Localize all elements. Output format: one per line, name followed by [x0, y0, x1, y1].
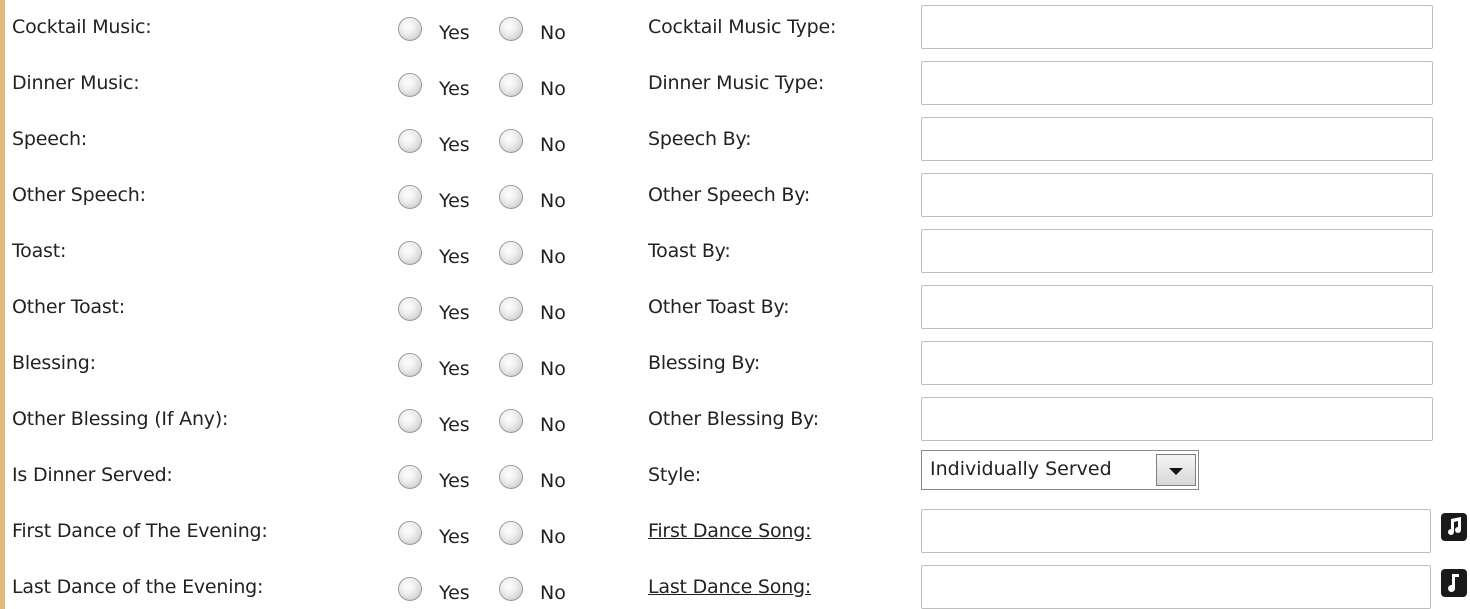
yes-radio[interactable]	[398, 409, 422, 433]
no-radio-label[interactable]: No	[540, 526, 566, 548]
yes-radio-label[interactable]: Yes	[439, 470, 470, 492]
speech-by-input[interactable]	[921, 117, 1433, 161]
cocktail-music-type-input[interactable]	[921, 5, 1433, 49]
form-row-other-speech: Other Speech: Yes No Other Speech By:	[0, 168, 1470, 224]
form-row-dinner-served: Is Dinner Served: Yes No Style: Individu…	[0, 448, 1470, 504]
form-row-other-blessing: Other Blessing (If Any): Yes No Other Bl…	[0, 392, 1470, 448]
yes-radio-label[interactable]: Yes	[439, 526, 470, 548]
yes-radio[interactable]	[398, 129, 422, 153]
no-radio-label[interactable]: No	[540, 414, 566, 436]
no-radio-label[interactable]: No	[540, 470, 566, 492]
music-note-icon-glyph	[1448, 517, 1461, 535]
form-row-blessing: Blessing: Yes No Blessing By:	[0, 336, 1470, 392]
detail-label: Toast By:	[648, 240, 731, 262]
music-note-icon[interactable]	[1441, 569, 1467, 597]
first-dance-song-link[interactable]: First Dance Song:	[648, 520, 812, 542]
last-dance-song-link[interactable]: Last Dance Song:	[648, 576, 811, 598]
no-radio-label[interactable]: No	[540, 134, 566, 156]
form-row-speech: Speech: Yes No Speech By:	[0, 112, 1470, 168]
blessing-by-input[interactable]	[921, 341, 1433, 385]
style-select[interactable]: Individually Served	[921, 450, 1199, 490]
field-label: Other Speech:	[12, 184, 146, 206]
other-toast-by-input[interactable]	[921, 285, 1433, 329]
yes-radio[interactable]	[398, 17, 422, 41]
form-row-toast: Toast: Yes No Toast By:	[0, 224, 1470, 280]
no-radio-label[interactable]: No	[540, 246, 566, 268]
no-radio[interactable]	[499, 129, 523, 153]
detail-label: Cocktail Music Type:	[648, 16, 837, 38]
toast-by-input[interactable]	[921, 229, 1433, 273]
yes-radio-label[interactable]: Yes	[439, 414, 470, 436]
no-radio-label[interactable]: No	[540, 302, 566, 324]
field-label: Blessing:	[12, 352, 96, 374]
yes-radio-label[interactable]: Yes	[439, 22, 470, 44]
field-label: Last Dance of the Evening:	[12, 576, 264, 598]
no-radio[interactable]	[499, 465, 523, 489]
event-form: Cocktail Music: Yes No Cocktail Music Ty…	[0, 0, 1470, 609]
no-radio[interactable]	[499, 185, 523, 209]
yes-radio-label[interactable]: Yes	[439, 302, 470, 324]
no-radio[interactable]	[499, 353, 523, 377]
yes-radio-label[interactable]: Yes	[439, 78, 470, 100]
yes-radio[interactable]	[398, 577, 422, 601]
field-label: Other Blessing (If Any):	[12, 408, 229, 430]
other-blessing-by-input[interactable]	[921, 397, 1433, 441]
no-radio[interactable]	[499, 17, 523, 41]
dropdown-button[interactable]	[1156, 454, 1196, 486]
yes-radio[interactable]	[398, 185, 422, 209]
no-radio[interactable]	[499, 297, 523, 321]
yes-radio-label[interactable]: Yes	[439, 134, 470, 156]
no-radio-label[interactable]: No	[540, 582, 566, 604]
detail-label: Other Blessing By:	[648, 408, 819, 430]
last-dance-song-input[interactable]	[921, 565, 1431, 609]
no-radio[interactable]	[499, 73, 523, 97]
form-row-first-dance: First Dance of The Evening: Yes No First…	[0, 504, 1470, 560]
form-row-last-dance: Last Dance of the Evening: Yes No Last D…	[0, 560, 1470, 609]
field-label: Is Dinner Served:	[12, 464, 173, 486]
first-dance-song-input[interactable]	[921, 509, 1431, 553]
chevron-down-icon	[1169, 468, 1183, 475]
field-label: Dinner Music:	[12, 72, 140, 94]
detail-label: Blessing By:	[648, 352, 761, 374]
dinner-music-type-input[interactable]	[921, 61, 1433, 105]
detail-label: Style:	[648, 464, 701, 486]
yes-radio[interactable]	[398, 353, 422, 377]
form-row-cocktail-music: Cocktail Music: Yes No Cocktail Music Ty…	[0, 0, 1470, 56]
detail-label: Other Speech By:	[648, 184, 811, 206]
yes-radio[interactable]	[398, 521, 422, 545]
yes-radio[interactable]	[398, 241, 422, 265]
yes-radio-label[interactable]: Yes	[439, 190, 470, 212]
form-row-other-toast: Other Toast: Yes No Other Toast By:	[0, 280, 1470, 336]
field-label: Other Toast:	[12, 296, 125, 318]
other-speech-by-input[interactable]	[921, 173, 1433, 217]
yes-radio[interactable]	[398, 73, 422, 97]
no-radio-label[interactable]: No	[540, 22, 566, 44]
field-label: Speech:	[12, 128, 87, 150]
music-note-icon[interactable]	[1441, 513, 1467, 541]
detail-label: Dinner Music Type:	[648, 72, 825, 94]
no-radio-label[interactable]: No	[540, 190, 566, 212]
field-label: Cocktail Music:	[12, 16, 152, 38]
no-radio[interactable]	[499, 577, 523, 601]
yes-radio-label[interactable]: Yes	[439, 246, 470, 268]
no-radio[interactable]	[499, 241, 523, 265]
no-radio-label[interactable]: No	[540, 358, 566, 380]
yes-radio-label[interactable]: Yes	[439, 582, 470, 604]
yes-radio-label[interactable]: Yes	[439, 358, 470, 380]
yes-radio[interactable]	[398, 465, 422, 489]
field-label: First Dance of The Evening:	[12, 520, 268, 542]
form-row-dinner-music: Dinner Music: Yes No Dinner Music Type:	[0, 56, 1470, 112]
yes-radio[interactable]	[398, 297, 422, 321]
field-label: Toast:	[12, 240, 67, 262]
no-radio-label[interactable]: No	[540, 78, 566, 100]
style-select-value: Individually Served	[930, 458, 1112, 480]
detail-label: Speech By:	[648, 128, 752, 150]
no-radio[interactable]	[499, 409, 523, 433]
music-note-icon-glyph	[1448, 574, 1459, 592]
no-radio[interactable]	[499, 521, 523, 545]
detail-label: Other Toast By:	[648, 296, 790, 318]
